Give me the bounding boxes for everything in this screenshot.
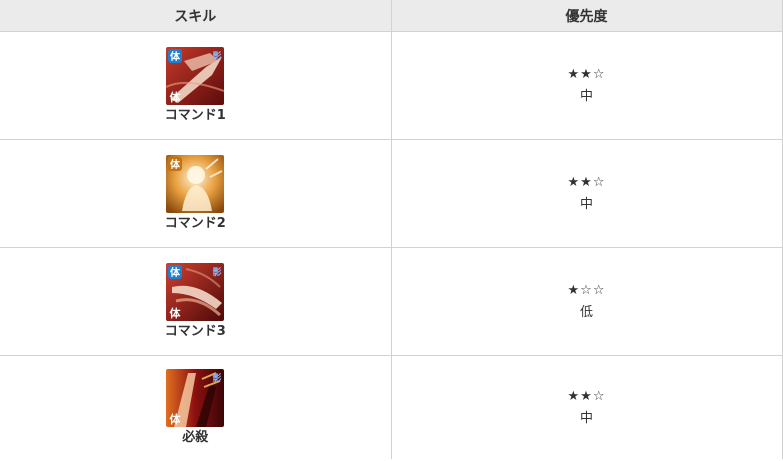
skill-name: コマンド1 [164, 108, 226, 123]
priority-stars: ★★☆ [567, 388, 606, 404]
table-row: 体 影 体 コマンド1 ★★☆ 中 [0, 31, 783, 140]
skill-priority-table: スキル 優先度 体 影 体 コマンド1 ★★☆ 中 体 コマンド2 ★★☆ 中 … [0, 0, 783, 459]
skill-cell: 体 影 体 コマンド1 [0, 31, 392, 140]
skill-cell: 影 体 必殺 [0, 355, 392, 459]
svg-text:体: 体 [170, 306, 182, 320]
skill-cell: 体 影 体 コマンド3 [0, 247, 392, 356]
priority-stars: ★★☆ [567, 66, 606, 82]
table-header-row: スキル 優先度 [0, 0, 783, 32]
svg-text:影: 影 [213, 267, 222, 278]
table-row: 体 影 体 コマンド3 ★☆☆ 低 [0, 247, 783, 356]
priority-cell: ★★☆ 中 [390, 31, 783, 140]
table-row: 影 体 必殺 ★★☆ 中 [0, 355, 783, 459]
skill-icon-command-2: 体 [166, 155, 225, 213]
priority-cell: ★★☆ 中 [390, 139, 783, 248]
priority-level: 低 [579, 304, 593, 320]
priority-level: 中 [579, 88, 593, 104]
skill-name: 必殺 [182, 430, 209, 445]
skill-name: コマンド3 [164, 324, 226, 339]
column-header-skill: スキル [0, 0, 392, 32]
skill-icon-command-1: 体 影 体 [166, 47, 225, 105]
priority-level: 中 [579, 410, 593, 426]
table-row: 体 コマンド2 ★★☆ 中 [0, 139, 783, 248]
skill-cell: 体 コマンド2 [0, 139, 392, 248]
priority-cell: ★★☆ 中 [390, 355, 783, 459]
svg-text:体: 体 [170, 412, 182, 426]
skill-icon-special: 影 体 [166, 369, 225, 427]
svg-text:体: 体 [170, 266, 181, 279]
svg-text:影: 影 [213, 51, 222, 62]
priority-stars: ★☆☆ [567, 282, 606, 298]
skill-name: コマンド2 [164, 216, 226, 231]
svg-text:体: 体 [170, 90, 182, 104]
column-header-priority: 優先度 [390, 0, 783, 32]
svg-text:影: 影 [213, 373, 222, 384]
priority-cell: ★☆☆ 低 [390, 247, 783, 356]
svg-text:体: 体 [170, 50, 181, 63]
skill-icon-command-3: 体 影 体 [166, 263, 225, 321]
priority-stars: ★★☆ [567, 174, 606, 190]
priority-level: 中 [579, 196, 593, 212]
svg-text:体: 体 [170, 158, 181, 171]
